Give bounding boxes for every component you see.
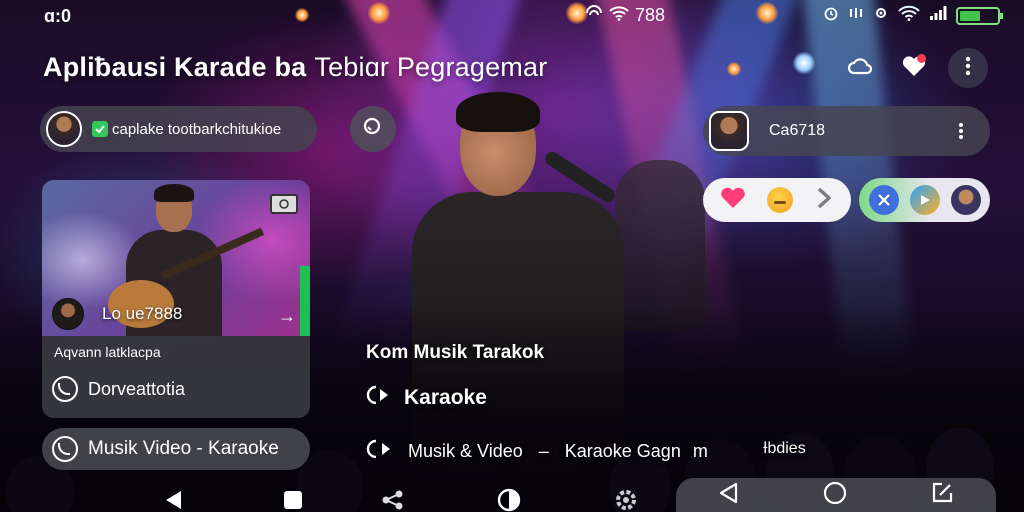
profile-code-pill[interactable]: Ca6718 <box>703 106 990 156</box>
wifi-icon <box>609 5 629 26</box>
sync-icon <box>848 5 864 26</box>
video-card[interactable]: Lo ue7888 → Aqvann latklacpa Dorveattoti… <box>42 180 310 418</box>
contrast-icon[interactable] <box>497 488 521 512</box>
play-icon[interactable] <box>909 185 940 215</box>
alarm-icon <box>823 5 839 26</box>
video-action-label: Dorveattotia <box>88 378 186 399</box>
cloud-button[interactable] <box>840 48 880 88</box>
video-action-button[interactable]: Dorveattotia <box>52 376 185 402</box>
media-row-dash: – <box>538 441 549 461</box>
heart-icon[interactable] <box>719 186 747 215</box>
media-row-left: Musik & Video <box>408 441 523 461</box>
profile-icon[interactable] <box>950 185 981 215</box>
close-cross-icon[interactable] <box>868 185 899 215</box>
emoji-face-icon[interactable] <box>767 187 793 213</box>
video-stat: Lo ue7888 <box>102 304 183 323</box>
avatar <box>46 111 82 147</box>
channel-logo-icon <box>270 194 298 214</box>
status-time: ɑ:0 <box>44 6 71 26</box>
status-right <box>823 5 1003 26</box>
app-title: Apliƀausi Karade ba Tebiɑr Pegragemar <box>43 52 547 83</box>
reaction-bar <box>703 178 851 222</box>
media-row-right: Karaoke Gagn <box>564 441 681 461</box>
search-button[interactable] <box>350 106 396 152</box>
status-center: 788 <box>585 5 665 26</box>
karaoke-logo-icon <box>366 438 396 465</box>
status-center-text: 788 <box>635 5 666 25</box>
profile-code: Ca6718 <box>769 122 826 139</box>
video-thumbnail[interactable]: Lo ue7888 → <box>42 180 310 336</box>
battery-icon <box>956 6 1003 25</box>
music-video-button[interactable]: Musik Video - Karaoke <box>42 428 310 470</box>
share-icon[interactable] <box>381 488 405 512</box>
music-video-label: Musik Video - Karaoke <box>88 438 279 459</box>
app-title-sub: Tebiɑr Pegragemar <box>314 52 548 82</box>
system-nav-panel <box>676 478 996 512</box>
forward-icon[interactable] <box>813 186 835 215</box>
more-vert-icon[interactable] <box>946 122 976 140</box>
cloud-icon <box>847 55 873 82</box>
nav-back-icon[interactable] <box>718 482 740 509</box>
settings-icon[interactable] <box>614 488 638 512</box>
media-row-tail: m <box>692 441 708 461</box>
user-handle: caplake tootbarkchitukioe <box>112 120 282 138</box>
app-title-main: Apliƀausi Karade ba <box>43 52 307 82</box>
network-icon <box>585 5 603 26</box>
verified-badge-icon <box>92 121 108 137</box>
settings-status-icon <box>873 5 889 26</box>
more-options-button[interactable] <box>948 48 988 88</box>
arrow-right-icon[interactable]: → <box>278 306 296 327</box>
karaoke-label: Karaoke <box>404 386 487 409</box>
user-pill[interactable]: caplake tootbarkchitukioe <box>40 106 317 152</box>
replay-icon <box>52 376 78 402</box>
notifications-button[interactable] <box>894 48 934 88</box>
search-icon <box>362 116 384 143</box>
karaoke-link[interactable]: Karaoke <box>366 384 487 412</box>
notification-dot <box>917 54 926 63</box>
equalizer-bar <box>300 266 310 336</box>
header-actions <box>840 48 988 88</box>
video-caption: Aqvann latklacpa <box>54 344 161 360</box>
status-bar: ɑ:0 788 <box>0 0 1024 30</box>
signal-icon <box>929 5 947 26</box>
stop-icon[interactable] <box>281 488 305 512</box>
profile-avatar <box>709 111 749 151</box>
home-icon[interactable] <box>823 481 847 510</box>
edit-icon[interactable] <box>930 481 954 510</box>
wifi-icon <box>898 5 920 26</box>
replay-icon <box>52 436 78 462</box>
back-icon[interactable] <box>161 488 185 512</box>
center-subtitle: Kom Musik Tarakok <box>366 342 545 363</box>
share-bar <box>859 178 990 222</box>
creator-avatar[interactable] <box>52 298 84 330</box>
karaoke-logo-icon <box>366 384 394 412</box>
media-row[interactable]: Musik & Video – Karaoke Gagn m <box>366 438 708 465</box>
right-label: Ɨbdies <box>763 440 806 457</box>
more-vert-icon <box>965 56 971 81</box>
